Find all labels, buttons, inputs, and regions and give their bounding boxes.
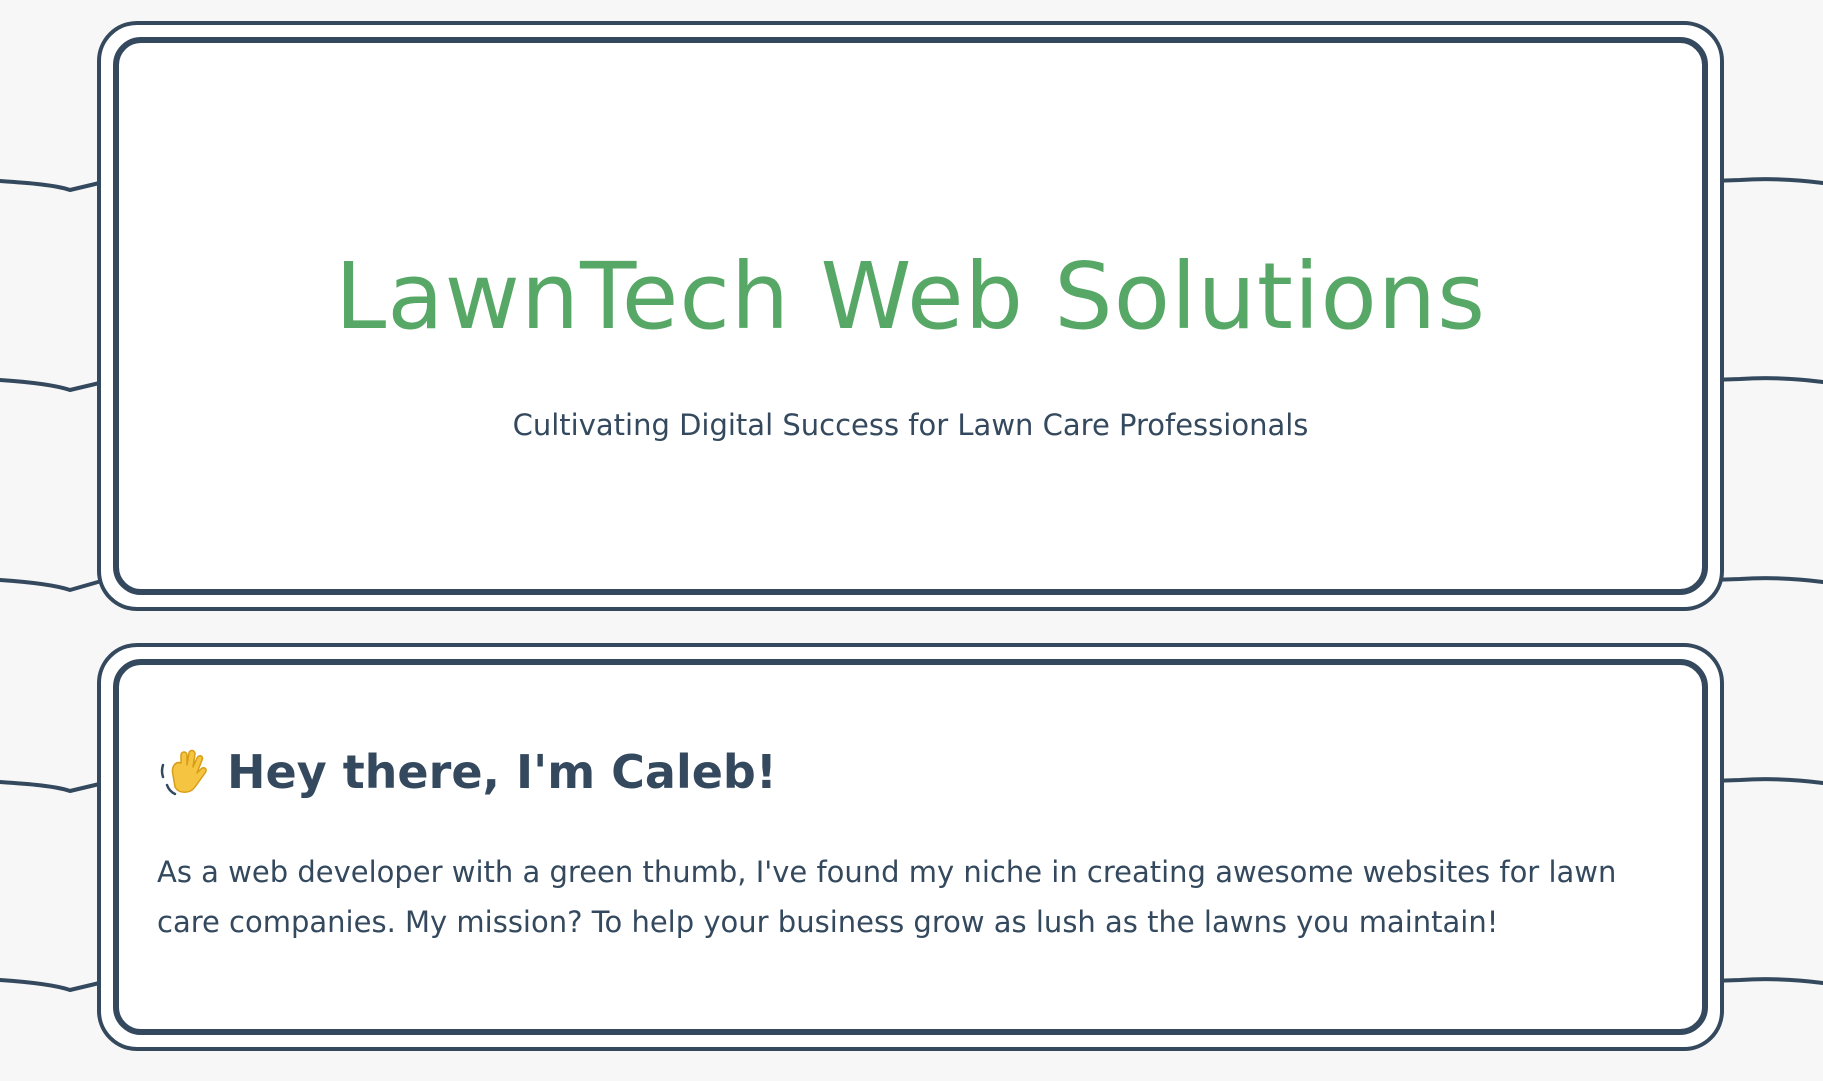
- left-strand-5: [0, 978, 114, 992]
- right-strand-5: [1708, 977, 1823, 985]
- left-strand-2: [0, 378, 114, 392]
- waving-hand-icon: [157, 745, 211, 799]
- header-content: LawnTech Web Solutions Cultivating Digit…: [119, 43, 1702, 589]
- right-strand-3: [1708, 576, 1823, 584]
- about-heading-text: Hey there, I'm Caleb!: [227, 744, 777, 799]
- left-strand-1: [0, 178, 114, 192]
- header-card: LawnTech Web Solutions Cultivating Digit…: [97, 21, 1724, 611]
- site-title: LawnTech Web Solutions: [334, 243, 1487, 350]
- header-card-inner: LawnTech Web Solutions Cultivating Digit…: [113, 37, 1708, 595]
- about-heading: Hey there, I'm Caleb!: [157, 745, 1664, 799]
- site-tagline: Cultivating Digital Success for Lawn Car…: [512, 408, 1309, 442]
- left-strand-4: [0, 779, 114, 793]
- right-strand-4: [1708, 777, 1823, 785]
- right-strand-2: [1708, 376, 1823, 384]
- about-card: Hey there, I'm Caleb! As a web developer…: [97, 643, 1724, 1051]
- about-content: Hey there, I'm Caleb! As a web developer…: [157, 745, 1664, 947]
- right-strand-1: [1708, 177, 1823, 185]
- left-strand-3: [0, 576, 114, 592]
- about-card-inner: Hey there, I'm Caleb! As a web developer…: [113, 659, 1708, 1035]
- about-body-text: As a web developer with a green thumb, I…: [157, 855, 1617, 939]
